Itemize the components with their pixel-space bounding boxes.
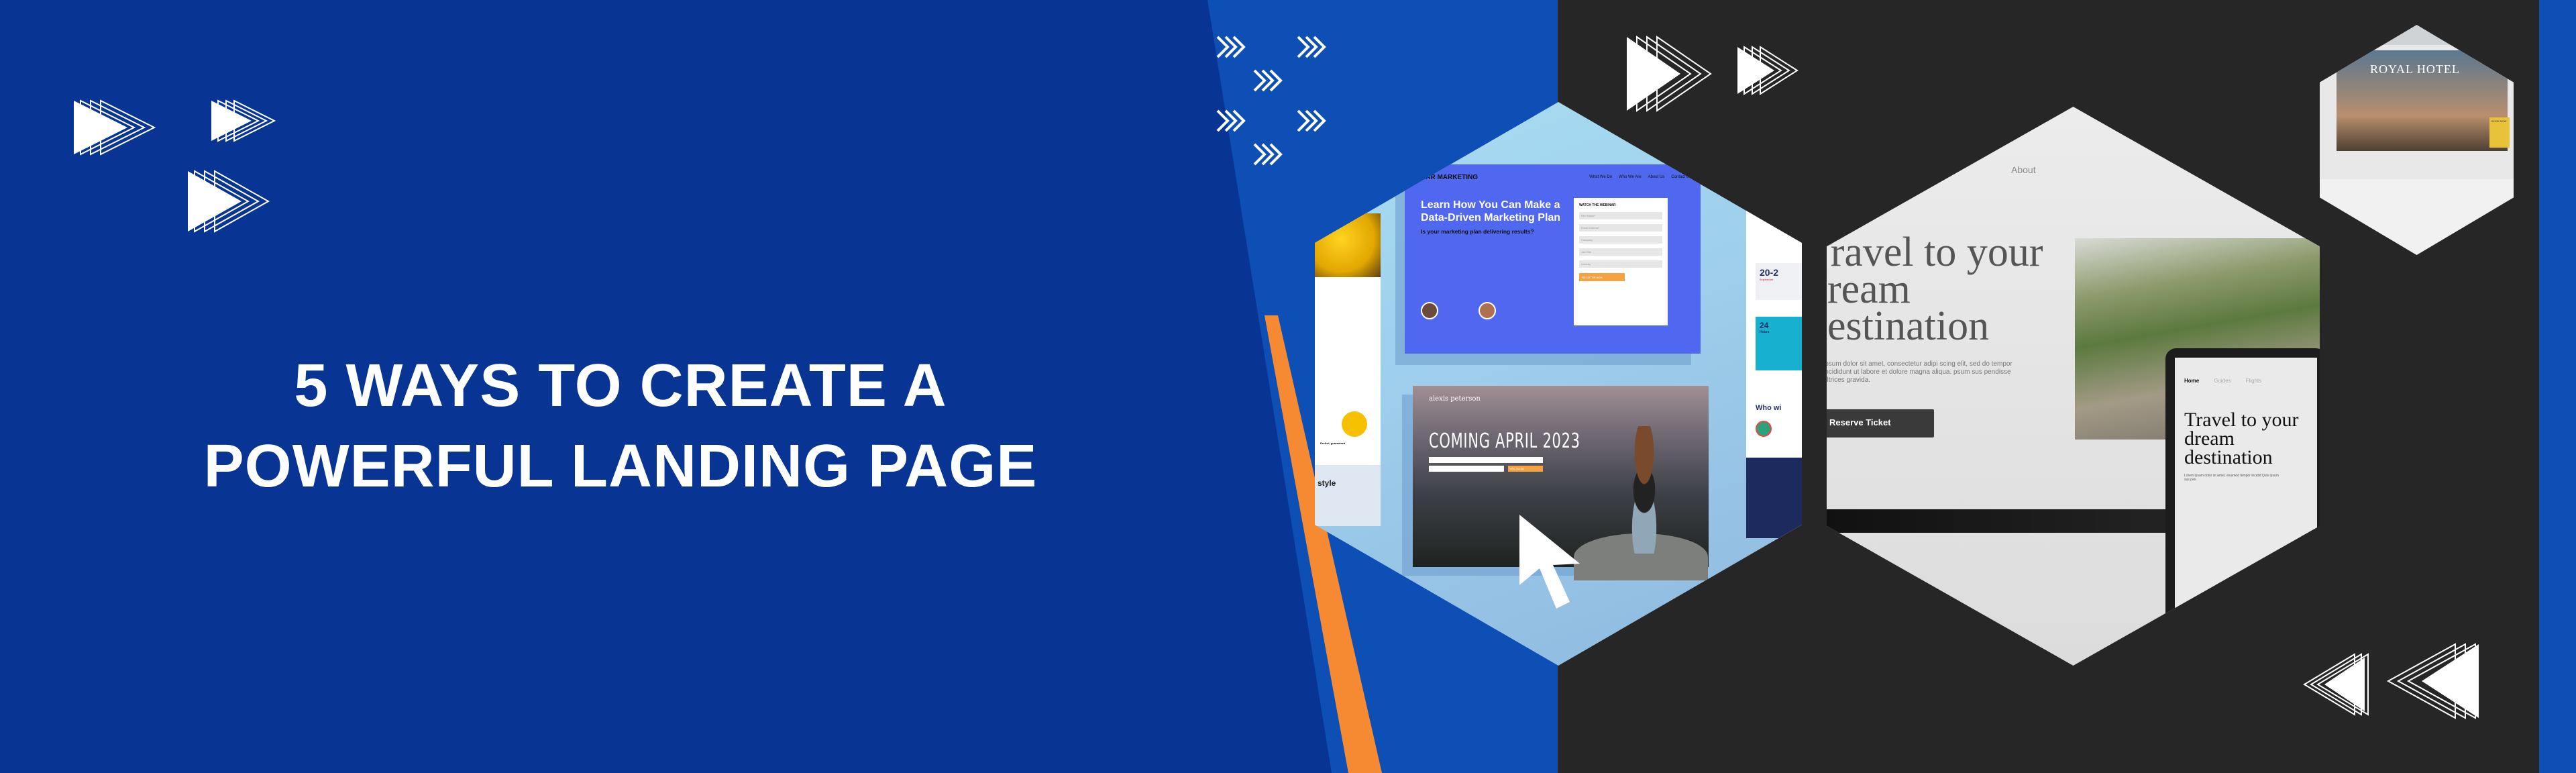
nav-home: Home — [2184, 378, 2200, 384]
cursor-arrow-icon — [1519, 515, 1580, 609]
tablet-nav: Home Guides Flights — [2184, 378, 2308, 384]
tablet-body-text: Lorem ipsum dolor sit amet, eiusmod temp… — [2184, 474, 2279, 482]
travel-heading: Travel to your dream destination — [1827, 229, 2043, 349]
avatar — [1756, 421, 1772, 437]
double-chevron-icon — [1216, 36, 1326, 166]
webinar-form: WATCH THE WEBINAR First Name* Email Addr… — [1574, 198, 1668, 325]
play-triangles-icon — [74, 99, 276, 233]
email-field — [1429, 457, 1543, 463]
form-field: Email Address* — [1579, 224, 1662, 231]
panel-caption: Perfect, guaranteed — [1320, 442, 1346, 445]
monitor: ROYAL HOTEL BOOK NOW — [2320, 45, 2514, 186]
reserve-ticket-button: Reserve Ticket — [1827, 409, 1934, 437]
page-title: 5 WAYS TO CREATE A POWERFUL LANDING PAGE — [101, 346, 1140, 507]
speaker — [1479, 302, 1496, 319]
nav-item: About Us — [1648, 175, 1665, 179]
hotel-screen: ROYAL HOTEL BOOK NOW — [2337, 50, 2510, 151]
tablet-heading: Travel to your dream destination — [2184, 409, 2299, 468]
play-triangles-icon — [1627, 36, 1799, 112]
who-heading: Who wi — [1756, 404, 1782, 412]
hours-number: 24 — [1760, 321, 1769, 330]
avatar — [1421, 302, 1438, 319]
hours-label: Hours — [1760, 330, 1770, 334]
name-field — [1429, 466, 1504, 472]
coming-soon-heading: COMING APRIL 2023 — [1429, 429, 1580, 453]
mockup-nav: What We Do Who We Are About Us Contact U… — [1589, 175, 1691, 179]
form-field: Industry — [1579, 260, 1662, 268]
title-line-2: POWERFUL LANDING PAGE — [203, 433, 1038, 500]
nav-item: What We Do — [1589, 175, 1613, 179]
register-button: REGISTER NOW — [1579, 273, 1625, 281]
title-line-1: 5 WAYS TO CREATE A — [294, 352, 947, 419]
nav-flights: Flights — [2245, 378, 2262, 384]
speaker — [1421, 302, 1438, 319]
banner: 5 WAYS TO CREATE A POWERFUL LANDING PAGE — [0, 0, 2576, 773]
form-field: First Name* — [1579, 212, 1662, 219]
avatar — [1479, 302, 1496, 319]
left-mockup-panel: Perfect, guaranteed style — [1315, 213, 1381, 526]
form-field: Company — [1579, 236, 1662, 244]
book-now-button: BOOK NOW — [2489, 117, 2510, 148]
right-mockup-panel: 20-2 September 24 Hours Who wi — [1746, 189, 1802, 538]
month-text: September — [1760, 278, 1774, 281]
form-field: Job Title — [1579, 248, 1662, 256]
dark-section — [1746, 458, 1802, 538]
marketing-landing-card: BAR MARKETING What We Do Who We Are Abou… — [1405, 164, 1701, 354]
date-text: 20-2 — [1760, 267, 1779, 278]
nav-guides: Guides — [2214, 378, 2231, 384]
form-title: WATCH THE WEBINAR — [1579, 203, 1616, 207]
rewind-triangles-icon — [2303, 643, 2479, 719]
star-badge-icon — [1342, 411, 1367, 437]
date-card: 20-2 September — [1756, 263, 1802, 300]
woman-image — [1614, 426, 1674, 554]
hours-card: 24 Hours — [1756, 317, 1802, 370]
hotel-name: ROYAL HOTEL — [2370, 62, 2460, 76]
travel-body-text: ipsum dolor sit amet, consectetur adipi … — [1827, 360, 2012, 384]
panel-heading: style — [1315, 465, 1381, 526]
nav-item: Who We Are — [1619, 175, 1642, 179]
mockup-heading: Learn How You Can Make a Data-Driven Mar… — [1421, 199, 1561, 223]
nav-about: About — [2011, 164, 2036, 175]
signature: alexis peterson — [1429, 395, 1481, 403]
signup-button: YES, I'M IN! — [1508, 466, 1543, 472]
right-blue-strip — [2539, 0, 2576, 773]
